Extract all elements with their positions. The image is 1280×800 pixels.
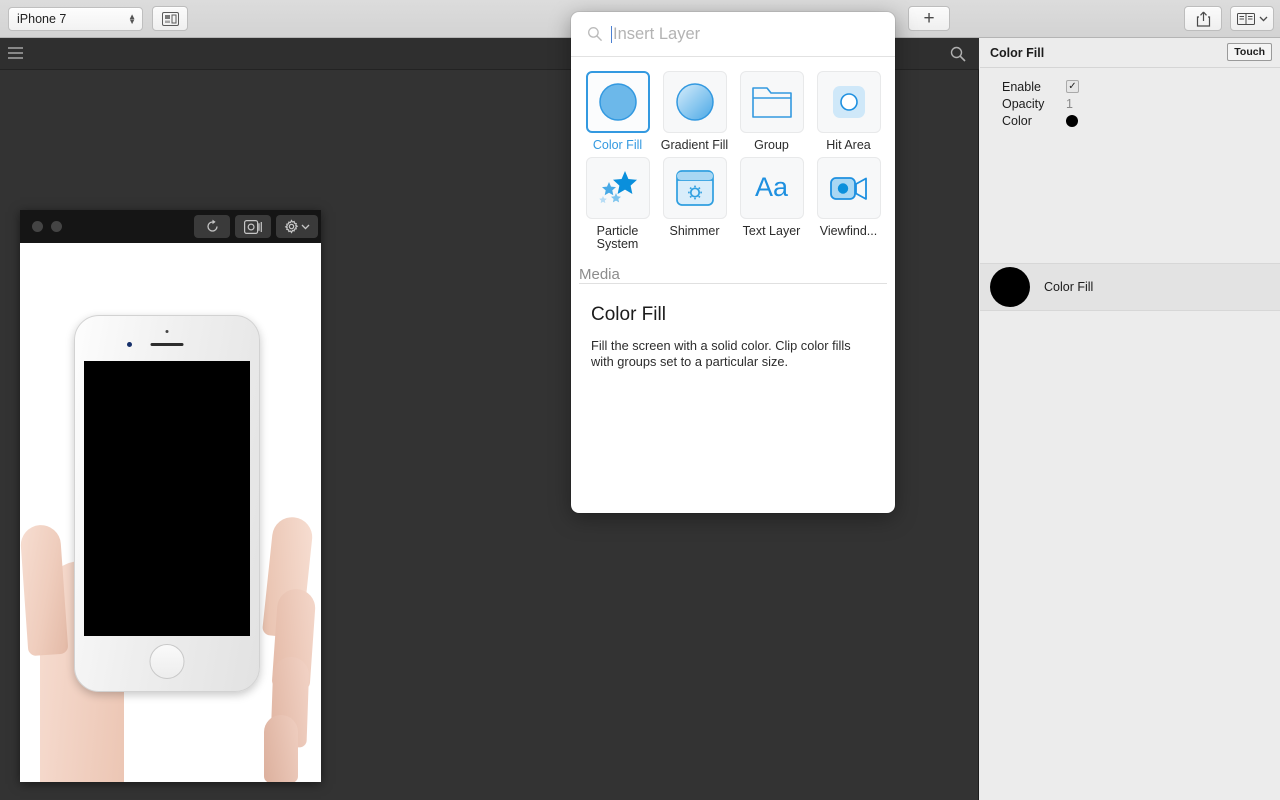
chevron-down-icon xyxy=(301,224,310,230)
text-aa-icon: Aa xyxy=(754,172,789,202)
search-icon[interactable] xyxy=(949,45,967,63)
device-preview-window xyxy=(20,210,321,782)
home-button-icon xyxy=(149,644,185,679)
layer-tile-viewfinder[interactable]: Viewfind... xyxy=(810,156,887,252)
device-select-value: iPhone 7 xyxy=(17,12,67,26)
add-layer-button[interactable]: + xyxy=(908,6,950,31)
section-divider-media: Media xyxy=(579,265,887,286)
search-icon xyxy=(588,27,603,42)
tile-icon-box xyxy=(816,71,881,133)
gear-icon xyxy=(284,219,299,234)
stepper-icon: ▲ ▼ xyxy=(128,12,136,26)
phone-mockup-image xyxy=(20,243,321,782)
layer-type-grid: Color Fill Gradient Fill Group Hit Area … xyxy=(571,57,895,256)
layer-tile-group[interactable]: Group xyxy=(733,71,810,153)
share-button[interactable] xyxy=(1184,6,1222,31)
insert-layer-search[interactable]: Insert Layer xyxy=(571,12,895,57)
opacity-value[interactable]: 1 xyxy=(1052,97,1073,111)
stars-icon xyxy=(598,170,637,203)
tile-label: Particle System xyxy=(596,223,639,251)
layout-icon xyxy=(161,11,179,26)
layer-tile-shimmer[interactable]: Shimmer xyxy=(656,156,733,252)
hit-area-icon xyxy=(832,86,865,118)
text-caret xyxy=(611,25,612,43)
layout-toggle-button[interactable] xyxy=(152,6,188,31)
property-label: Color xyxy=(1002,113,1032,128)
property-row-enable: Enable ✓ xyxy=(980,78,1280,95)
library-button[interactable] xyxy=(1230,6,1274,31)
folder-icon xyxy=(751,87,792,118)
property-row-color: Color xyxy=(980,112,1280,129)
search-placeholder: Insert Layer xyxy=(613,24,701,43)
preview-titlebar xyxy=(20,210,321,243)
book-icon xyxy=(1236,12,1255,25)
layer-tile-color-fill[interactable]: Color Fill xyxy=(579,71,656,153)
color-swatch[interactable] xyxy=(1066,114,1078,127)
touch-button[interactable]: Touch xyxy=(1227,43,1272,61)
property-list: Enable ✓ Opacity 1 Color xyxy=(980,68,1280,129)
enable-checkbox[interactable]: ✓ xyxy=(1066,80,1079,93)
reload-button[interactable] xyxy=(194,215,230,238)
record-icon xyxy=(243,219,262,234)
preview-screen[interactable] xyxy=(20,243,321,782)
window-controls[interactable] xyxy=(32,221,62,232)
layer-thumbnail xyxy=(990,267,1030,307)
tile-label: Gradient Fill xyxy=(660,138,729,152)
layer-detail-panel: Color Fill Fill the screen with a solid … xyxy=(571,286,895,370)
phone-body xyxy=(74,315,260,692)
inspector-panel: Color Fill Touch Enable ✓ Opacity 1 Colo… xyxy=(980,38,1280,800)
chevron-down-icon xyxy=(1259,16,1267,22)
share-icon xyxy=(1196,11,1210,27)
tile-label: Text Layer xyxy=(742,223,801,238)
layer-tile-hit-area[interactable]: Hit Area xyxy=(810,71,887,153)
layer-tile-particle-system[interactable]: Particle System xyxy=(579,156,656,252)
shimmer-icon xyxy=(675,169,714,206)
tile-icon-box xyxy=(662,156,727,219)
tile-label: Group xyxy=(754,138,789,152)
tile-icon-box xyxy=(585,71,650,133)
detail-title: Color Fill xyxy=(591,303,666,325)
layer-name: Color Fill xyxy=(1044,280,1094,294)
device-select[interactable]: iPhone 7 ▲ ▼ xyxy=(8,7,143,31)
property-label: Enable xyxy=(1002,79,1041,94)
tile-label: Hit Area xyxy=(826,138,871,152)
tile-icon-box: Aa xyxy=(739,156,804,219)
tile-icon-box xyxy=(816,156,881,219)
tile-icon-box xyxy=(739,71,804,133)
layer-list: Color Fill xyxy=(980,263,1280,311)
preview-settings-button[interactable] xyxy=(276,215,318,238)
inspector-title: Color Fill xyxy=(990,45,1045,60)
layer-tile-text-layer[interactable]: Aa Text Layer xyxy=(733,156,810,252)
property-row-opacity: Opacity 1 xyxy=(980,95,1280,112)
tile-icon-box xyxy=(662,71,727,133)
list-item[interactable]: Color Fill xyxy=(980,263,1280,311)
reload-icon xyxy=(206,219,218,232)
insert-layer-popup: Insert Layer Color Fill Gradient Fill Gr… xyxy=(571,12,895,513)
tile-label: Shimmer xyxy=(669,223,720,238)
add-layer-label: + xyxy=(923,8,935,29)
tile-label: Color Fill xyxy=(592,138,643,152)
section-label: Media xyxy=(579,265,628,283)
phone-screen xyxy=(84,361,250,636)
record-button[interactable] xyxy=(235,215,271,238)
tile-label: Viewfind... xyxy=(819,223,878,238)
hamburger-icon[interactable] xyxy=(8,47,23,62)
circle-gradient-icon xyxy=(675,83,714,121)
inspector-header: Color Fill Touch xyxy=(980,38,1280,68)
property-label: Opacity xyxy=(1002,96,1045,111)
layer-tile-gradient-fill[interactable]: Gradient Fill xyxy=(656,71,733,153)
video-camera-icon xyxy=(829,176,867,200)
detail-description: Fill the screen with a solid color. Clip… xyxy=(591,337,851,369)
tile-icon-box xyxy=(585,156,650,219)
circle-filled-icon xyxy=(598,83,637,121)
